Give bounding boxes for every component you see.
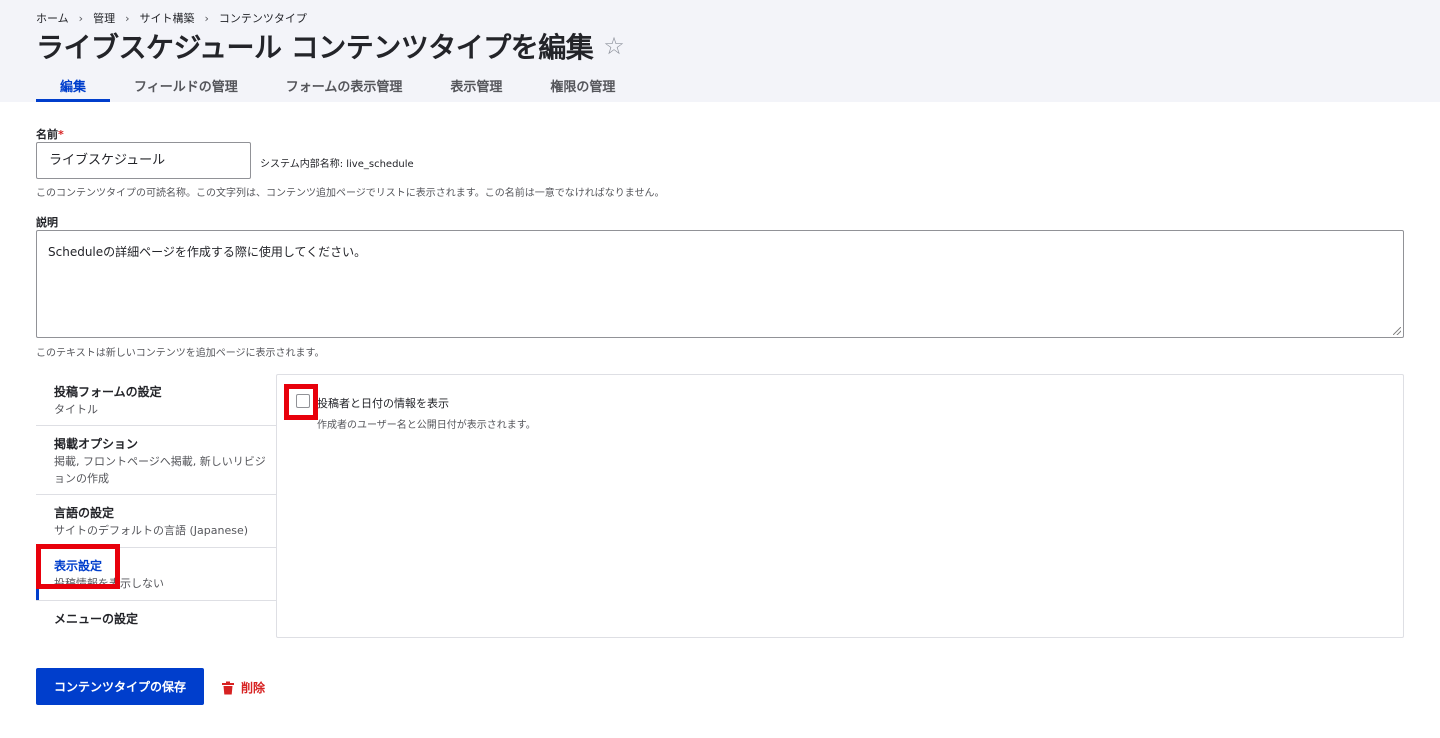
tab-manage-permissions[interactable]: 権限の管理	[526, 66, 639, 102]
vertical-tab-language[interactable]: 言語の設定 サイトのデフォルトの言語 (Japanese)	[36, 495, 277, 548]
vertical-tab-title: 投稿フォームの設定	[54, 385, 162, 399]
vertical-tab-menu[interactable]: メニューの設定	[36, 601, 277, 637]
name-help-text: このコンテンツタイプの可読名称。この文字列は、コンテンツ追加ページでリストに表示…	[36, 188, 665, 199]
vertical-tab-title: 言語の設定	[54, 506, 115, 520]
breadcrumb-separator: ›	[125, 11, 130, 25]
save-content-type-button[interactable]: コンテンツタイプの保存	[36, 668, 204, 705]
star-icon[interactable]: ☆	[603, 32, 625, 60]
description-help-text: このテキストは新しいコンテンツを追加ページに表示されます。	[36, 348, 325, 359]
vertical-tab-display[interactable]: 表示設定 投稿情報を表示しない	[36, 548, 277, 601]
tab-manage-fields[interactable]: フィールドの管理	[110, 66, 262, 102]
display-submitted-description: 作成者のユーザー名と公開日付が表示されます。	[317, 420, 536, 431]
name-label: 名前*	[36, 126, 64, 142]
vertical-tab-submission[interactable]: 投稿フォームの設定 タイトル	[36, 374, 277, 426]
tab-manage-display[interactable]: 表示管理	[426, 66, 526, 102]
description-label: 説明	[36, 216, 58, 229]
breadcrumb-separator: ›	[204, 11, 209, 25]
page-title: ライブスケジュール コンテンツタイプを編集 ☆	[36, 26, 625, 66]
vertical-tab-title: 表示設定	[54, 559, 103, 573]
display-settings-pane: 投稿者と日付の情報を表示 作成者のユーザー名と公開日付が表示されます。	[276, 374, 1404, 638]
tab-edit[interactable]: 編集	[36, 66, 111, 102]
breadcrumb-content-types[interactable]: コンテンツタイプ	[219, 10, 307, 26]
vertical-tab-publishing[interactable]: 掲載オプション 掲載, フロントページへ掲載, 新しいリビジョンの作成	[36, 426, 277, 495]
vertical-tab-summary: 掲載, フロントページへ掲載, 新しいリビジョンの作成	[54, 455, 266, 485]
breadcrumb-structure[interactable]: サイト構築	[139, 10, 194, 26]
vertical-tab-summary: サイトのデフォルトの言語 (Japanese)	[54, 524, 249, 537]
resize-handle-icon[interactable]	[1393, 327, 1401, 335]
vertical-tab-title: 掲載オプション	[54, 437, 139, 451]
vertical-tab-title: メニューの設定	[54, 612, 139, 626]
name-input[interactable]: ライブスケジュール	[36, 142, 251, 179]
page-header: ホーム › 管理 › サイト構築 › コンテンツタイプ ライブスケジュール コン…	[0, 0, 1440, 102]
vertical-tab-summary: タイトル	[54, 403, 98, 416]
delete-label[interactable]: 削除	[241, 679, 265, 696]
trash-icon	[222, 681, 234, 694]
required-marker: *	[58, 128, 64, 141]
page-title-text: ライブスケジュール コンテンツタイプを編集	[36, 31, 594, 64]
display-submitted-label[interactable]: 投稿者と日付の情報を表示	[317, 395, 449, 411]
vertical-tabs: 投稿フォームの設定 タイトル 掲載オプション 掲載, フロントページへ掲載, 新…	[36, 374, 277, 637]
primary-tabs: 編集 フィールドの管理 フォームの表示管理 表示管理 権限の管理	[36, 66, 639, 102]
vertical-tab-summary: 投稿情報を表示しない	[54, 577, 164, 590]
delete-link[interactable]: 削除	[221, 679, 265, 696]
breadcrumb-admin[interactable]: 管理	[93, 10, 115, 26]
name-label-text: 名前	[36, 128, 58, 141]
tab-manage-form-display[interactable]: フォームの表示管理	[262, 66, 427, 102]
breadcrumb: ホーム › 管理 › サイト構築 › コンテンツタイプ	[36, 10, 307, 26]
display-submitted-checkbox[interactable]	[296, 394, 310, 408]
machine-name: システム内部名称: live_schedule	[260, 159, 414, 170]
breadcrumb-home[interactable]: ホーム	[36, 10, 69, 26]
description-value: Scheduleの詳細ページを作成する際に使用してください。	[48, 245, 367, 259]
description-textarea[interactable]: Scheduleの詳細ページを作成する際に使用してください。	[36, 230, 1404, 338]
breadcrumb-separator: ›	[78, 11, 84, 25]
